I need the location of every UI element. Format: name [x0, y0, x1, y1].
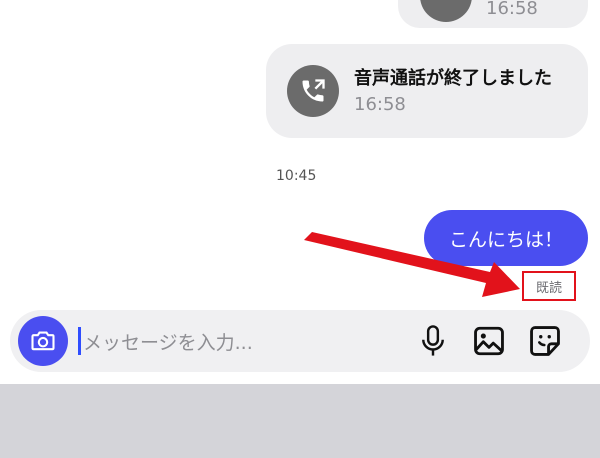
image-icon: [474, 326, 504, 356]
microphone-button[interactable]: [414, 322, 452, 360]
microphone-icon: [422, 325, 444, 356]
camera-icon: [31, 331, 55, 351]
image-button[interactable]: [470, 322, 508, 360]
text-caret: [78, 327, 81, 355]
keyboard-area: [0, 384, 600, 458]
camera-button[interactable]: [18, 316, 68, 366]
sticker-icon: [530, 326, 560, 356]
message-placeholder: メッセージを入力...: [83, 331, 253, 354]
message-input-bar: メッセージを入力...: [10, 310, 590, 372]
sticker-button[interactable]: [526, 322, 564, 360]
message-input[interactable]: メッセージを入力...: [78, 322, 378, 360]
